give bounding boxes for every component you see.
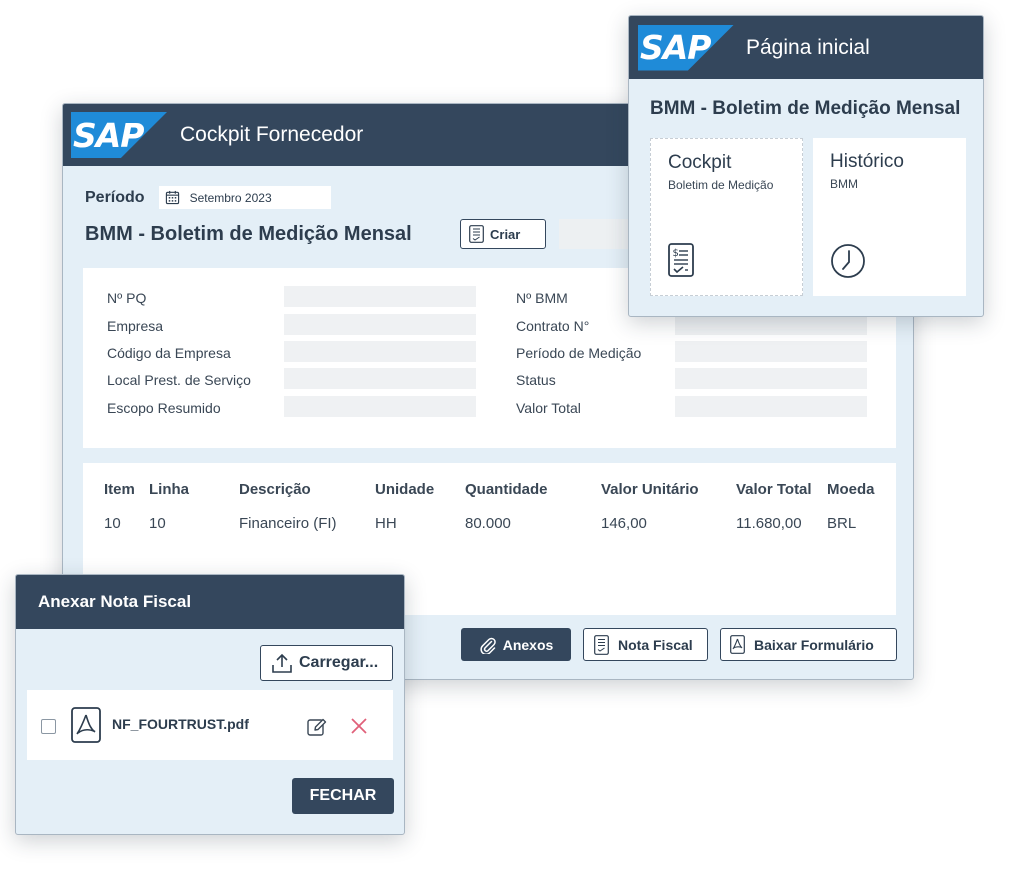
table-cell: 11.680,00 bbox=[736, 515, 802, 532]
fechar-button[interactable]: FECHAR bbox=[292, 778, 394, 814]
close-icon[interactable] bbox=[350, 717, 368, 735]
period-row: Período Setembro 2023 bbox=[85, 186, 331, 209]
column-header-quantidade: Quantidade bbox=[465, 481, 548, 498]
column-header-moeda: Moeda bbox=[827, 481, 875, 498]
document-checklist-icon: $ bbox=[668, 243, 694, 277]
nota-fiscal-button[interactable]: Nota Fiscal bbox=[583, 628, 708, 661]
document-checklist-icon bbox=[469, 225, 484, 243]
field-label-periodo-medicao: Período de Medição bbox=[516, 345, 642, 361]
period-value: Setembro 2023 bbox=[189, 190, 272, 205]
anexos-label: Anexos bbox=[502, 636, 554, 653]
tile-subtitle: BMM bbox=[830, 177, 858, 191]
home-subtitle: BMM - Boletim de Medição Mensal bbox=[650, 98, 961, 119]
page-title: BMM - Boletim de Medição Mensal bbox=[85, 223, 412, 245]
column-header-item: Item bbox=[104, 481, 135, 498]
tile-title: Cockpit bbox=[668, 152, 732, 173]
column-header-valor-total: Valor Total bbox=[736, 481, 812, 498]
pdf-icon bbox=[730, 635, 745, 654]
field-input-pq[interactable] bbox=[284, 286, 476, 307]
home-title: Página inicial bbox=[746, 35, 870, 59]
carregar-label: Carregar... bbox=[299, 654, 379, 671]
anexar-nota-fiscal-dialog: Anexar Nota Fiscal Carregar... NF_FOURTR… bbox=[15, 574, 405, 835]
field-label-valor-total: Valor Total bbox=[516, 400, 581, 416]
field-input-valor-total[interactable] bbox=[675, 396, 867, 417]
column-header-descricao: Descrição bbox=[239, 481, 311, 498]
upload-icon bbox=[272, 653, 292, 673]
baixar-formulario-label: Baixar Formulário bbox=[754, 636, 874, 653]
field-label-pq: Nº PQ bbox=[107, 290, 147, 306]
period-label: Período bbox=[85, 188, 145, 206]
field-input-escopo[interactable] bbox=[284, 396, 476, 417]
app-title: Cockpit Fornecedor bbox=[180, 123, 364, 146]
field-input-empresa[interactable] bbox=[284, 314, 476, 335]
home-titlebar: SAP Página inicial bbox=[629, 16, 983, 79]
column-header-unidade: Unidade bbox=[375, 481, 435, 498]
table-cell: 10 bbox=[104, 515, 121, 532]
paperclip-icon bbox=[480, 637, 496, 654]
criar-button[interactable]: Criar bbox=[460, 219, 546, 249]
field-label-empresa: Empresa bbox=[107, 318, 164, 334]
tile-subtitle: Boletim de Medição bbox=[668, 178, 774, 192]
carregar-button[interactable]: Carregar... bbox=[260, 645, 393, 681]
field-label-local-servico: Local Prest. de Serviço bbox=[107, 372, 251, 388]
file-checkbox[interactable] bbox=[41, 719, 56, 734]
field-input-local-servico[interactable] bbox=[284, 368, 476, 389]
field-label-status: Status bbox=[516, 372, 556, 388]
table-cell: BRL bbox=[827, 515, 857, 532]
field-input-contrato[interactable] bbox=[675, 314, 867, 335]
field-label-bmm: Nº BMM bbox=[516, 290, 568, 306]
home-window: SAP Página inicial BMM - Boletim de Medi… bbox=[628, 15, 984, 317]
calendar-icon bbox=[165, 190, 179, 205]
column-header-valor-unitario: Valor Unitário bbox=[601, 481, 699, 498]
table-cell: 80.000 bbox=[465, 515, 511, 532]
field-label-codigo-empresa: Código da Empresa bbox=[107, 345, 231, 361]
dialog-title: Anexar Nota Fiscal bbox=[16, 575, 404, 629]
clock-icon bbox=[831, 244, 865, 278]
svg-text:$: $ bbox=[673, 248, 679, 259]
field-input-periodo-medicao[interactable] bbox=[675, 341, 867, 362]
anexos-button[interactable]: Anexos bbox=[461, 628, 571, 661]
field-label-escopo: Escopo Resumido bbox=[107, 400, 221, 416]
file-name: NF_FOURTRUST.pdf bbox=[112, 716, 249, 732]
table-cell: Financeiro (FI) bbox=[239, 515, 337, 532]
table-cell: 10 bbox=[149, 515, 166, 532]
nota-fiscal-label: Nota Fiscal bbox=[618, 636, 693, 653]
table-cell: 146,00 bbox=[601, 515, 647, 532]
criar-label: Criar bbox=[490, 226, 521, 242]
period-date-picker[interactable]: Setembro 2023 bbox=[158, 186, 331, 209]
tile-historico[interactable]: Histórico BMM bbox=[813, 138, 966, 296]
table-cell: HH bbox=[375, 515, 397, 532]
tile-title: Histórico bbox=[830, 151, 904, 172]
document-checklist-icon bbox=[594, 634, 609, 655]
pdf-icon bbox=[71, 707, 101, 743]
edit-icon[interactable] bbox=[307, 717, 327, 737]
field-input-status[interactable] bbox=[675, 368, 867, 389]
sap-logo: SAP bbox=[71, 112, 167, 158]
sap-logo: SAP bbox=[638, 24, 734, 71]
column-header-linha: Linha bbox=[149, 481, 189, 498]
file-list-item: NF_FOURTRUST.pdf bbox=[27, 690, 393, 760]
tile-cockpit[interactable]: Cockpit Boletim de Medição $ bbox=[650, 138, 803, 296]
field-label-contrato: Contrato N° bbox=[516, 318, 590, 334]
baixar-formulario-button[interactable]: Baixar Formulário bbox=[720, 628, 897, 661]
field-input-codigo-empresa[interactable] bbox=[284, 341, 476, 362]
